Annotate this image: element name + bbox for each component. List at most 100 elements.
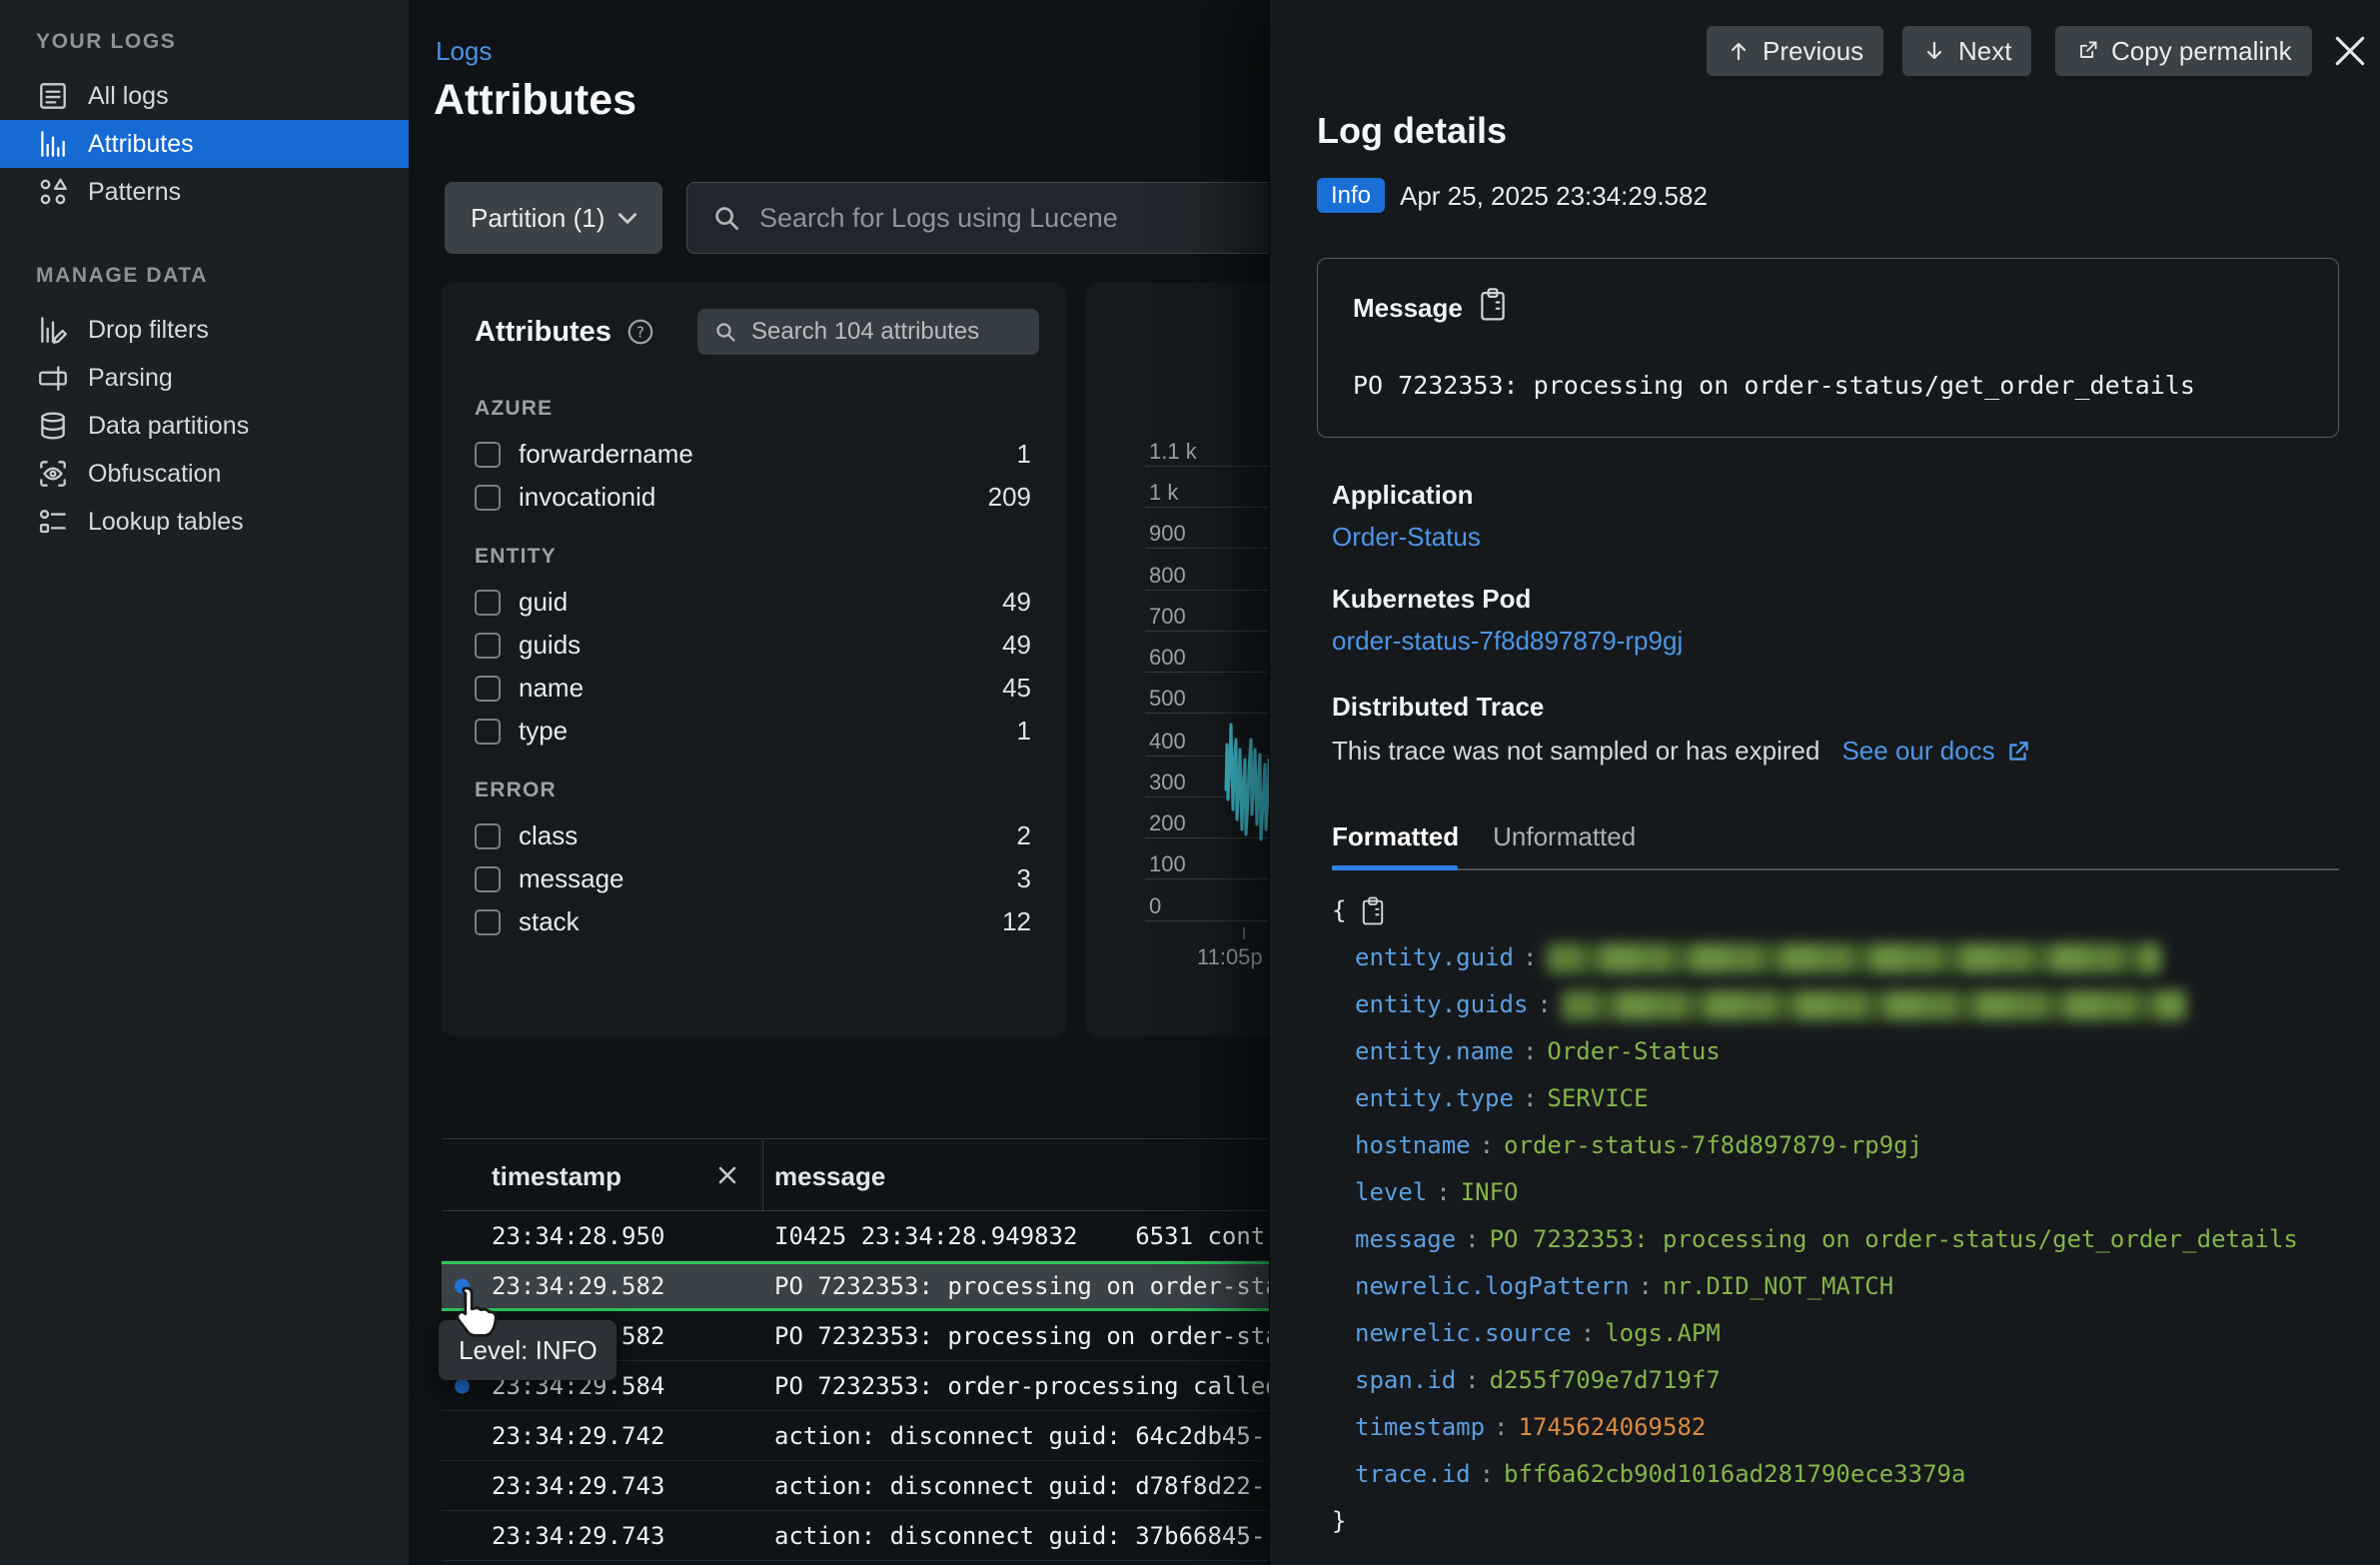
remove-column-icon[interactable]	[713, 1161, 741, 1189]
application-link[interactable]: Order-Status	[1332, 522, 1481, 553]
kubernetes-pod-link[interactable]: order-status-7f8d897879-rp9gj	[1332, 626, 1683, 657]
partition-dropdown[interactable]: Partition (1)	[445, 182, 662, 254]
logs-app: YOUR LOGS All logs Attributes Patterns M…	[0, 0, 2380, 1565]
attribute-group-title: AZURE	[475, 397, 1067, 421]
tab-unformatted[interactable]: Unformatted	[1493, 821, 1636, 852]
y-axis-tick: 100	[1149, 851, 1186, 877]
see-our-docs-link[interactable]: See our docs	[1841, 736, 2030, 767]
page-title: Attributes	[434, 76, 636, 125]
attribute-count: 2	[1017, 820, 1031, 851]
breadcrumb-logs-link[interactable]: Logs	[436, 36, 492, 67]
copy-permalink-label: Copy permalink	[2111, 36, 2292, 67]
bar-chart-icon	[36, 127, 70, 161]
attribute-row[interactable]: invocationid 209	[442, 476, 1067, 519]
json-field: level: INFO	[1332, 1169, 2298, 1216]
y-axis-tick: 300	[1149, 770, 1186, 795]
checkbox[interactable]	[475, 719, 501, 745]
json-colon: :	[1537, 990, 1551, 1018]
sidebar-item-drop-filters[interactable]: Drop filters	[0, 306, 409, 354]
json-colon: :	[1436, 1178, 1450, 1206]
copy-permalink-button[interactable]: Copy permalink	[2055, 26, 2312, 76]
checkbox[interactable]	[475, 866, 501, 892]
active-tab-underline	[1332, 865, 1458, 870]
log-timestamp: 23:34:28.950	[492, 1222, 664, 1250]
sidebar-section-title: MANAGE DATA	[36, 264, 409, 288]
copy-clipboard-icon[interactable]	[1478, 287, 1508, 323]
attributes-search-input[interactable]	[749, 317, 1023, 347]
external-link-icon	[2005, 739, 2031, 765]
attribute-row[interactable]: guids 49	[442, 624, 1067, 667]
next-button[interactable]: Next	[1902, 26, 2031, 76]
eye-brackets-icon	[36, 457, 70, 491]
checkbox[interactable]	[475, 485, 501, 511]
log-timestamp: 23:34:29.743	[492, 1472, 664, 1500]
json-field: newrelic.logPattern:nr.DID_NOT_MATCH	[1332, 1263, 2298, 1310]
attribute-label: class	[519, 820, 578, 851]
sidebar-item-parsing[interactable]: Parsing	[0, 354, 409, 402]
attribute-label: invocationid	[519, 482, 655, 513]
sidebar-item-label: All logs	[88, 82, 169, 111]
previous-button-label: Previous	[1763, 36, 1863, 67]
sidebar-item-obfuscation[interactable]: Obfuscation	[0, 450, 409, 498]
json-value: order-status-7f8d897879-rp9gj	[1504, 1131, 1922, 1159]
json-value: SERVICE	[1547, 1084, 1648, 1112]
tab-formatted[interactable]: Formatted	[1332, 821, 1459, 852]
sidebar-item-lookup-tables[interactable]: Lookup tables	[0, 498, 409, 546]
json-value: Order-Status	[1547, 1037, 1720, 1065]
y-axis-tick: 700	[1149, 604, 1186, 630]
checkbox[interactable]	[475, 633, 501, 659]
sidebar-item-attributes[interactable]: Attributes	[0, 120, 409, 168]
attribute-count: 209	[988, 482, 1031, 513]
copy-clipboard-icon[interactable]	[1360, 895, 1386, 927]
json-value: 1745624069582	[1519, 1413, 1707, 1441]
json-field: entity.name:Order-Status	[1332, 1028, 2298, 1075]
y-axis-tick: 1 k	[1149, 480, 1178, 506]
checkbox[interactable]	[475, 909, 501, 935]
attribute-count: 45	[1002, 673, 1031, 704]
checkbox[interactable]	[475, 590, 501, 616]
checkbox[interactable]	[475, 676, 501, 702]
json-value: INFO	[1461, 1178, 1519, 1206]
json-colon: :	[1480, 1131, 1494, 1159]
y-axis-tick: 500	[1149, 686, 1186, 712]
y-axis-tick: 200	[1149, 810, 1186, 836]
attribute-row[interactable]: guid 49	[442, 581, 1067, 624]
sidebar: YOUR LOGS All logs Attributes Patterns M…	[0, 0, 410, 1565]
attribute-row[interactable]: message 3	[442, 857, 1067, 900]
permalink-icon	[2075, 39, 2099, 63]
log-message: I0425 23:34:28.949832 6531 cont	[774, 1222, 1265, 1250]
attribute-row[interactable]: type 1	[442, 710, 1067, 753]
checkbox[interactable]	[475, 823, 501, 849]
json-value: logs.APM	[1605, 1319, 1721, 1347]
json-key: level	[1355, 1178, 1427, 1206]
attribute-row[interactable]: stack 12	[442, 900, 1067, 943]
attribute-label: stack	[519, 906, 580, 937]
close-icon[interactable]	[2331, 32, 2369, 70]
json-colon: :	[1523, 1084, 1537, 1112]
attribute-row[interactable]: class 2	[442, 814, 1067, 857]
help-icon[interactable]: ?	[625, 317, 655, 347]
attribute-row[interactable]: name 45	[442, 667, 1067, 710]
json-close-brace: }	[1332, 1498, 2298, 1545]
json-key: hostname	[1355, 1131, 1471, 1159]
checkbox[interactable]	[475, 442, 501, 468]
attribute-row[interactable]: forwardername 1	[442, 433, 1067, 476]
sidebar-item-data-partitions[interactable]: Data partitions	[0, 402, 409, 450]
json-key: entity.guid	[1355, 943, 1514, 971]
json-key: timestamp	[1355, 1413, 1485, 1441]
sidebar-item-label: Data partitions	[88, 412, 249, 441]
log-timestamp: 23:34:29.743	[492, 1522, 664, 1550]
column-header-message[interactable]: message	[774, 1161, 885, 1192]
y-axis-tick: 900	[1149, 521, 1186, 547]
sidebar-item-all-logs[interactable]: All logs	[0, 72, 409, 120]
previous-button[interactable]: Previous	[1707, 26, 1883, 76]
attribute-group-entity: ENTITY guid 49 guids 49 name 45 type 1	[442, 545, 1067, 753]
level-badge: Info	[1317, 178, 1385, 213]
distributed-trace-text: This trace was not sampled or has expire…	[1332, 736, 1819, 767]
attributes-search[interactable]	[697, 309, 1039, 355]
application-label: Application	[1332, 480, 1474, 511]
column-header-timestamp[interactable]: timestamp	[492, 1161, 621, 1192]
kubernetes-pod-label: Kubernetes Pod	[1332, 584, 1531, 615]
sidebar-item-patterns[interactable]: Patterns	[0, 168, 409, 216]
field-cursor-icon	[36, 361, 70, 395]
